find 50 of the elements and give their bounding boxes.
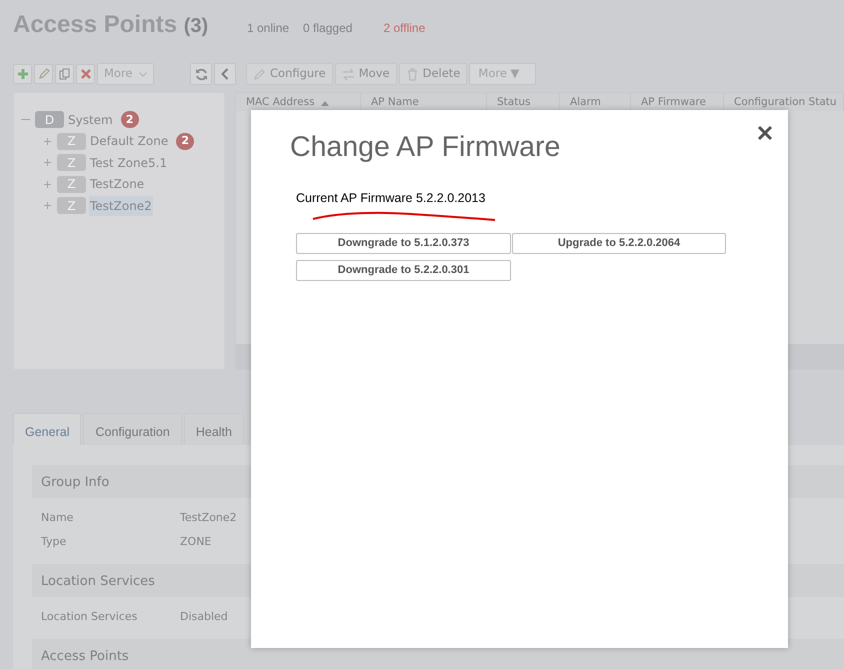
status-count[interactable]: 2 offline	[366, 2, 442, 54]
edit-icon	[38, 68, 50, 80]
delete-icon	[80, 68, 92, 80]
toolbar-button[interactable]: Move	[334, 63, 397, 85]
field-label: Type	[41, 534, 68, 550]
tree-item[interactable]: Default Zone	[89, 131, 170, 152]
status-count[interactable]: 1 online	[247, 19, 290, 37]
tree-item[interactable]: TestZone	[89, 174, 146, 194]
current-firmware: Current AP Firmware 5.2.2.0.2013	[296, 190, 486, 208]
field-value: TestZone2	[180, 510, 237, 526]
alarm-count: 2	[176, 132, 194, 150]
refresh-icon	[194, 68, 208, 80]
firmware-button[interactable]: Downgrade to 5.2.2.0.301	[296, 260, 511, 282]
firmware-button[interactable]: Upgrade to 5.2.2.0.2064	[512, 233, 726, 254]
close-button[interactable]	[757, 125, 773, 141]
delete-button[interactable]	[76, 64, 95, 84]
toolbar-button[interactable]: Delete	[398, 63, 468, 85]
pencil-icon	[253, 68, 266, 80]
tree-item[interactable]: System	[67, 110, 114, 130]
refresh-button[interactable]	[190, 63, 212, 85]
copy-button[interactable]	[55, 64, 74, 84]
field-label: Name	[41, 510, 74, 526]
close-icon	[757, 125, 773, 141]
arrows-icon	[342, 68, 355, 80]
dialog-title: Change AP Firmware	[290, 130, 560, 164]
field-label: Location Services	[41, 609, 138, 625]
alarm-count: 2	[120, 111, 139, 128]
chevron-left-icon	[221, 68, 229, 80]
trash-icon	[406, 68, 419, 80]
status-count[interactable]: 0 flagged	[303, 19, 352, 37]
tree-item[interactable]: TestZone2	[89, 196, 153, 216]
copy-icon	[58, 68, 70, 80]
tab[interactable]: Health	[184, 413, 244, 445]
edit-button[interactable]	[34, 64, 53, 84]
caret-icon	[138, 72, 147, 76]
expand-icon[interactable]	[42, 201, 52, 210]
tab[interactable]: General	[13, 413, 82, 445]
firmware-button[interactable]: Downgrade to 5.1.2.0.373	[296, 233, 511, 254]
expand-icon[interactable]	[42, 180, 52, 189]
toolbar-button[interactable]: Configure	[246, 63, 333, 85]
add-icon	[16, 68, 28, 80]
tab[interactable]: Configuration	[83, 413, 182, 445]
type-badge: D	[35, 111, 64, 128]
expand-icon[interactable]	[42, 136, 52, 146]
expand-icon[interactable]	[42, 158, 52, 168]
field-value: ZONE	[180, 534, 212, 550]
field-value: Disabled	[180, 609, 228, 625]
tree-item[interactable]: Test Zone5.1	[89, 152, 168, 173]
collapse-button[interactable]	[214, 63, 236, 85]
add-button[interactable]	[13, 64, 32, 84]
